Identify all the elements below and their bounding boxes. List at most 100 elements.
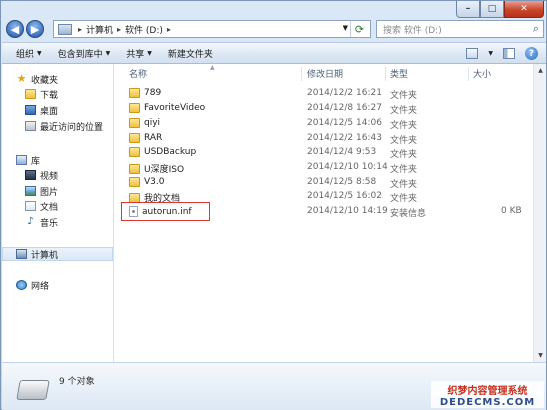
folder-icon [129,133,140,143]
file-row[interactable]: U深度ISO 2014/12/10 10:14 文件夹 [115,161,533,175]
close-button[interactable]: ✕ [504,1,544,18]
desktop-icon [25,105,36,115]
navigation-pane[interactable]: ★ 收藏夹 下载 桌面 最近访问的位置 库 视频 图片 文档 ♪ 音乐 计算机 … [2,64,114,362]
search-icon[interactable]: ⌕ [533,22,539,36]
nav-music[interactable]: ♪ 音乐 [25,215,58,229]
music-icon: ♪ [27,216,34,227]
breadcrumb-separator: ▸ [166,24,171,34]
file-row[interactable]: V3.0 2014/12/5 8:58 文件夹 [115,176,533,190]
main-area: ★ 收藏夹 下载 桌面 最近访问的位置 库 视频 图片 文档 ♪ 音乐 计算机 … [2,64,546,362]
column-header-size[interactable]: 大小 [473,67,491,81]
organize-menu[interactable]: 组织 ▼ [2,43,50,63]
details-pane: 9 个对象 织梦内容管理系统 DEDECMS.COM [2,362,546,410]
organize-label: 组织 [16,49,35,60]
column-header-date[interactable]: 修改日期 [307,67,343,81]
nav-computer[interactable]: 计算机 [2,247,113,261]
scroll-down-icon[interactable]: ▼ [535,350,546,361]
chevron-down-icon[interactable]: ▼ [488,50,493,57]
new-folder-button[interactable]: 新建文件夹 [160,43,221,63]
file-name: RAR [144,133,163,143]
star-icon: ★ [16,72,27,85]
file-row[interactable]: RAR 2014/12/2 16:43 文件夹 [115,132,533,146]
recent-places-icon [25,121,36,131]
change-view-icon[interactable] [466,48,479,59]
breadcrumb-separator: ▸ [78,24,83,34]
nav-recent-label: 最近访问的位置 [40,122,104,133]
view-tools: ▼ ? [466,47,538,60]
file-date: 2014/12/2 16:21 [307,88,382,98]
file-type: 文件夹 [390,180,418,190]
refresh-icon[interactable]: ⟳ [350,21,368,37]
file-name: qiyi [144,118,161,128]
nav-favorites[interactable]: ★ 收藏夹 [16,72,58,86]
column-divider[interactable] [468,67,469,81]
nav-documents-label: 文档 [40,202,59,213]
window-controls: – □ ✕ [456,1,544,18]
nav-pictures[interactable]: 图片 [25,184,58,198]
file-name: 789 [144,88,162,98]
column-divider[interactable] [385,67,386,81]
include-in-library-menu[interactable]: 包含到库中 ▼ [50,43,119,63]
folder-icon [129,118,140,128]
breadcrumb-drive[interactable]: 软件 (D:) [125,23,163,36]
file-row[interactable]: 789 2014/12/2 16:21 文件夹 [115,87,533,101]
address-bar[interactable]: ▸ 计算机 ▸ 软件 (D:) ▸ ▼ ⟳ [53,20,371,38]
column-divider[interactable] [301,67,302,81]
file-row[interactable]: USDBackup 2014/12/4 9:53 文件夹 [115,146,533,160]
file-date: 2014/12/2 16:43 [307,133,382,143]
file-type: 文件夹 [390,194,418,204]
help-icon[interactable]: ? [525,47,538,60]
nav-documents[interactable]: 文档 [25,199,58,213]
pictures-icon [25,186,36,196]
breadcrumb-computer[interactable]: 计算机 [86,23,113,36]
share-menu[interactable]: 共享 ▼ [118,43,160,63]
address-dropdown-icon[interactable]: ▼ [343,24,348,32]
vertical-scrollbar[interactable]: ▲ ▼ [533,64,546,362]
column-header-type[interactable]: 类型 [390,67,408,81]
maximize-button[interactable]: □ [480,1,504,18]
file-date: 2014/12/8 16:27 [307,103,382,113]
file-row[interactable]: qiyi 2014/12/5 14:06 文件夹 [115,117,533,131]
share-label: 共享 [126,49,145,60]
nav-libraries[interactable]: 库 [16,153,40,167]
network-icon [16,280,27,290]
file-type: 文件夹 [390,106,418,116]
nav-desktop[interactable]: 桌面 [25,103,58,117]
file-row[interactable]: FavoriteVideo 2014/12/8 16:27 文件夹 [115,102,533,116]
column-header-name[interactable]: 名称 [129,67,147,81]
chevron-down-icon: ▼ [147,49,152,57]
file-date: 2014/12/5 14:06 [307,118,382,128]
search-placeholder: 搜索 软件 (D:) [383,25,442,36]
downloads-icon [25,89,36,99]
search-input[interactable]: 搜索 软件 (D:) ⌕ [376,20,544,38]
nav-downloads-label: 下载 [40,90,59,101]
command-bar: 组织 ▼ 包含到库中 ▼ 共享 ▼ 新建文件夹 ▼ ? [2,42,546,64]
new-folder-label: 新建文件夹 [167,49,213,60]
file-type: 文件夹 [390,91,418,101]
preview-pane-icon[interactable] [503,48,515,59]
file-type: 文件夹 [390,121,418,131]
scroll-up-icon[interactable]: ▲ [535,65,546,76]
nav-recent[interactable]: 最近访问的位置 [25,119,103,133]
nav-network[interactable]: 网络 [16,278,49,292]
nav-libraries-label: 库 [31,156,41,167]
minimize-button[interactable]: – [456,1,480,18]
title-bar: – □ ✕ ◀ ▶ ▸ 计算机 ▸ 软件 (D:) ▸ ▼ ⟳ 搜索 软件 (D… [1,1,546,39]
chevron-down-icon: ▼ [105,49,111,57]
watermark-line2: DEDECMS.COM [439,396,536,408]
forward-button[interactable]: ▶ [26,20,44,38]
back-button[interactable]: ◀ [6,20,24,38]
nav-downloads[interactable]: 下载 [25,87,58,101]
nav-computer-label: 计算机 [31,250,59,261]
watermark-logo: 织梦内容管理系统 DEDECMS.COM [431,381,544,408]
file-date: 2014/12/10 10:14 [307,162,388,172]
folder-icon [129,88,140,98]
file-date: 2014/12/5 16:02 [307,191,382,201]
video-icon [25,170,36,180]
nav-favorites-label: 收藏夹 [31,75,59,86]
nav-videos-label: 视频 [40,171,59,182]
highlight-box [121,202,210,221]
file-date: 2014/12/5 8:58 [307,177,377,187]
file-type: 文件夹 [390,165,418,175]
nav-videos[interactable]: 视频 [25,168,58,182]
